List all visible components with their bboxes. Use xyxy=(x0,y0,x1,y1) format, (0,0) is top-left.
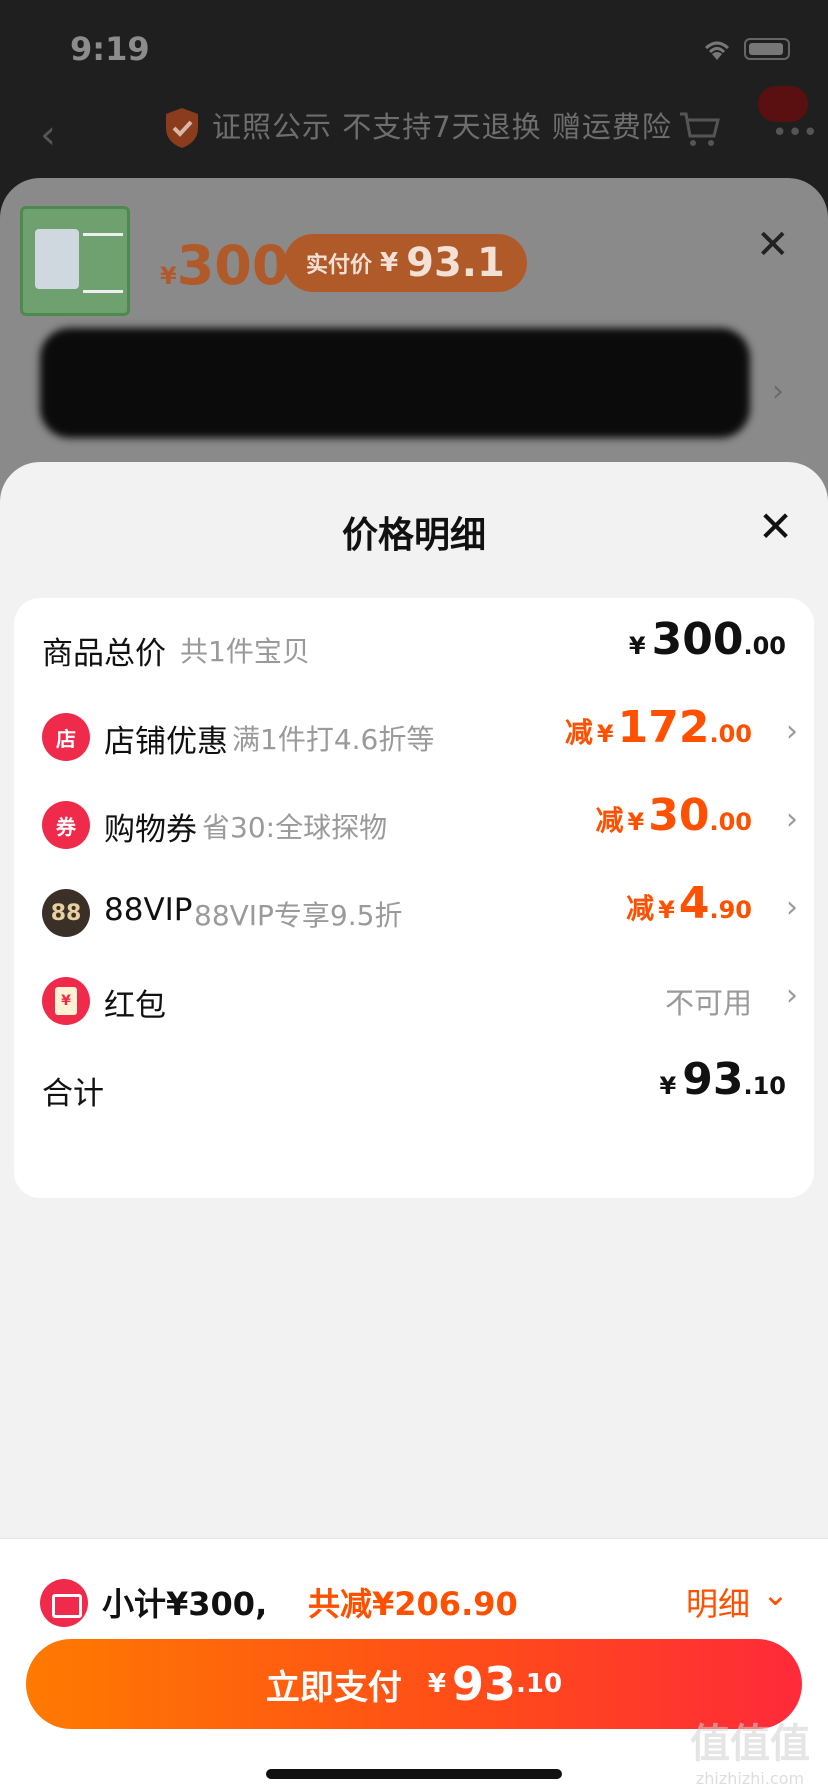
certification-notice[interactable]: 证照公示 不支持7天退换 赠运费险 xyxy=(212,104,672,146)
status-bar: 9:19 xyxy=(0,0,828,96)
row-label: 88VIP xyxy=(104,892,193,928)
vip-row[interactable]: 88 88VIP 88VIP专享9.5折 减 ¥4.90 › xyxy=(14,862,814,962)
sum-row: 合计 ¥93.10 xyxy=(14,1038,814,1138)
red-packet-icon: ¥ xyxy=(42,977,90,1025)
row-label: 合计 xyxy=(42,1076,104,1112)
saved-text: 共减¥206.90 xyxy=(308,1585,518,1623)
redacted-area xyxy=(40,328,750,438)
row-value: ¥93.10 xyxy=(659,1054,786,1105)
sheet-title: 价格明细 xyxy=(341,515,486,556)
row-label: 商品总价 xyxy=(42,636,166,672)
row-label: 店铺优惠 xyxy=(104,724,228,760)
status-time: 9:19 xyxy=(70,30,150,68)
chevron-right-icon[interactable]: › xyxy=(786,802,798,837)
store-icon: 店 xyxy=(42,713,90,761)
row-value: 减 ¥30.00 xyxy=(595,790,752,841)
chevron-down-icon[interactable]: ⌄ xyxy=(762,1575,789,1613)
watermark: 值值值 zhizhizhi.com xyxy=(690,1721,810,1788)
ticket-icon xyxy=(40,1579,88,1627)
checkout-bar: 小计¥300, 共减¥206.90 明细 ⌄ 立即支付 ¥93.10 值值值 z… xyxy=(0,1538,828,1792)
row-subtext: 满1件打4.6折等 xyxy=(232,723,435,756)
nav-bar: ‹ 证照公示 不支持7天退换 赠运费险 ••• xyxy=(0,86,828,176)
home-indicator xyxy=(266,1769,562,1779)
actual-price-pill: 实付价 ¥ 93.1 xyxy=(284,234,527,292)
back-icon[interactable]: ‹ xyxy=(40,112,56,158)
chevron-right-icon[interactable]: › xyxy=(786,714,798,749)
product-close-icon[interactable]: ✕ xyxy=(756,222,790,268)
subtotal-text: 小计¥300, xyxy=(102,1585,268,1623)
coupon-row[interactable]: 券 购物券 省30:全球探物 减 ¥30.00 › xyxy=(14,774,814,874)
cart-icon[interactable] xyxy=(678,110,722,148)
wifi-icon xyxy=(704,41,730,60)
row-label: 购物券 xyxy=(104,812,197,848)
shield-icon xyxy=(166,108,198,148)
row-status: 不可用 xyxy=(664,986,752,1020)
battery-icon xyxy=(744,38,790,60)
cart-badge xyxy=(758,86,808,122)
ticket-icon: 券 xyxy=(42,801,90,849)
red-packet-row[interactable]: ¥ 红包 不可用 › xyxy=(14,950,814,1050)
store-discount-row[interactable]: 店 店铺优惠 满1件打4.6折等 减 ¥172.00 › xyxy=(14,686,814,786)
product-thumbnail[interactable] xyxy=(20,206,130,316)
close-icon[interactable]: ✕ xyxy=(758,502,793,551)
chevron-right-icon[interactable]: › xyxy=(786,978,798,1013)
total-goods-row: 商品总价 共1件宝贝 ¥300.00 xyxy=(14,598,814,698)
row-value: 减 ¥172.00 xyxy=(564,702,752,753)
product-price: ¥300 xyxy=(160,234,290,297)
more-icon[interactable]: ••• xyxy=(772,118,818,148)
vip-icon: 88 xyxy=(42,889,90,937)
chevron-right-icon[interactable]: › xyxy=(772,374,784,409)
row-subtext: 共1件宝贝 xyxy=(180,635,310,668)
row-subtext: 省30:全球探物 xyxy=(202,811,388,844)
price-detail-card: 商品总价 共1件宝贝 ¥300.00 店 店铺优惠 满1件打4.6折等 减 ¥17… xyxy=(14,598,814,1198)
chevron-right-icon[interactable]: › xyxy=(786,890,798,925)
row-subtext: 88VIP专享9.5折 xyxy=(194,899,403,932)
row-label: 红包 xyxy=(104,988,166,1024)
detail-toggle[interactable]: 明细 xyxy=(686,1579,750,1625)
row-value: ¥300.00 xyxy=(628,614,786,665)
row-value: 减 ¥4.90 xyxy=(626,878,752,929)
